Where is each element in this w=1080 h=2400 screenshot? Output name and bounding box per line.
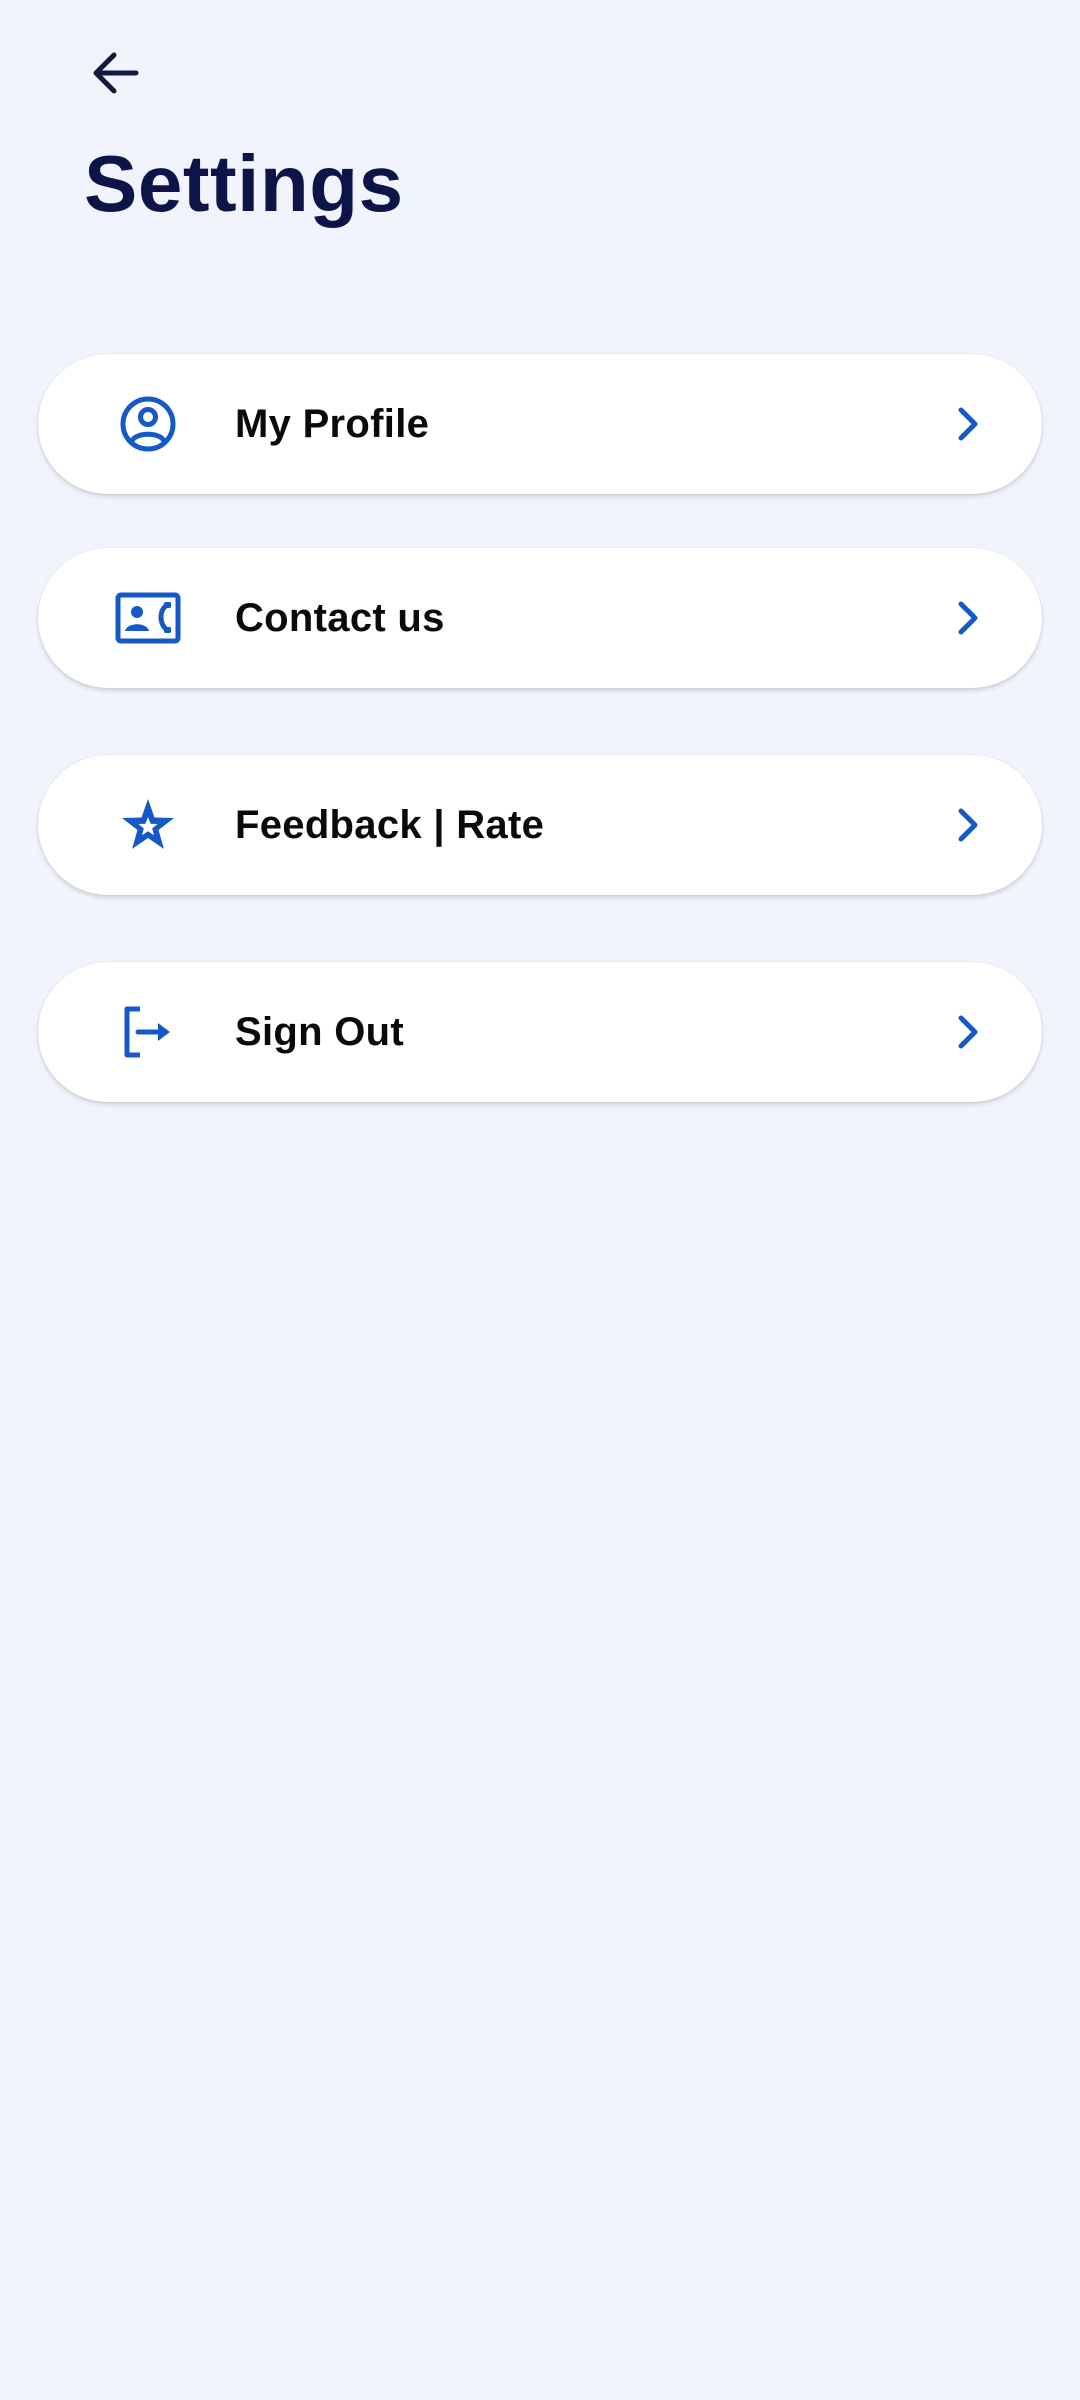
chevron-right-icon (946, 799, 990, 851)
user-circle-icon (114, 392, 182, 456)
menu-item-sign-out[interactable]: Sign Out (38, 962, 1042, 1102)
menu-item-label: My Profile (235, 401, 430, 446)
arrow-left-icon (93, 52, 139, 94)
chevron-right-icon (946, 1006, 990, 1058)
menu-item-label: Sign Out (235, 1009, 405, 1054)
menu-item-label: Contact us (235, 595, 445, 640)
sign-out-icon (114, 1000, 182, 1064)
chevron-right-icon (946, 398, 990, 450)
menu-item-feedback-rate[interactable]: Feedback | Rate (38, 755, 1042, 895)
menu-item-contact-us[interactable]: Contact us (38, 548, 1042, 688)
back-button[interactable] (78, 36, 152, 110)
contact-card-icon (114, 586, 182, 650)
page-title: Settings (84, 139, 404, 228)
menu-item-label: Feedback | Rate (235, 802, 545, 847)
chevron-right-icon (946, 592, 990, 644)
star-icon (114, 793, 182, 857)
menu-item-my-profile[interactable]: My Profile (38, 354, 1042, 494)
